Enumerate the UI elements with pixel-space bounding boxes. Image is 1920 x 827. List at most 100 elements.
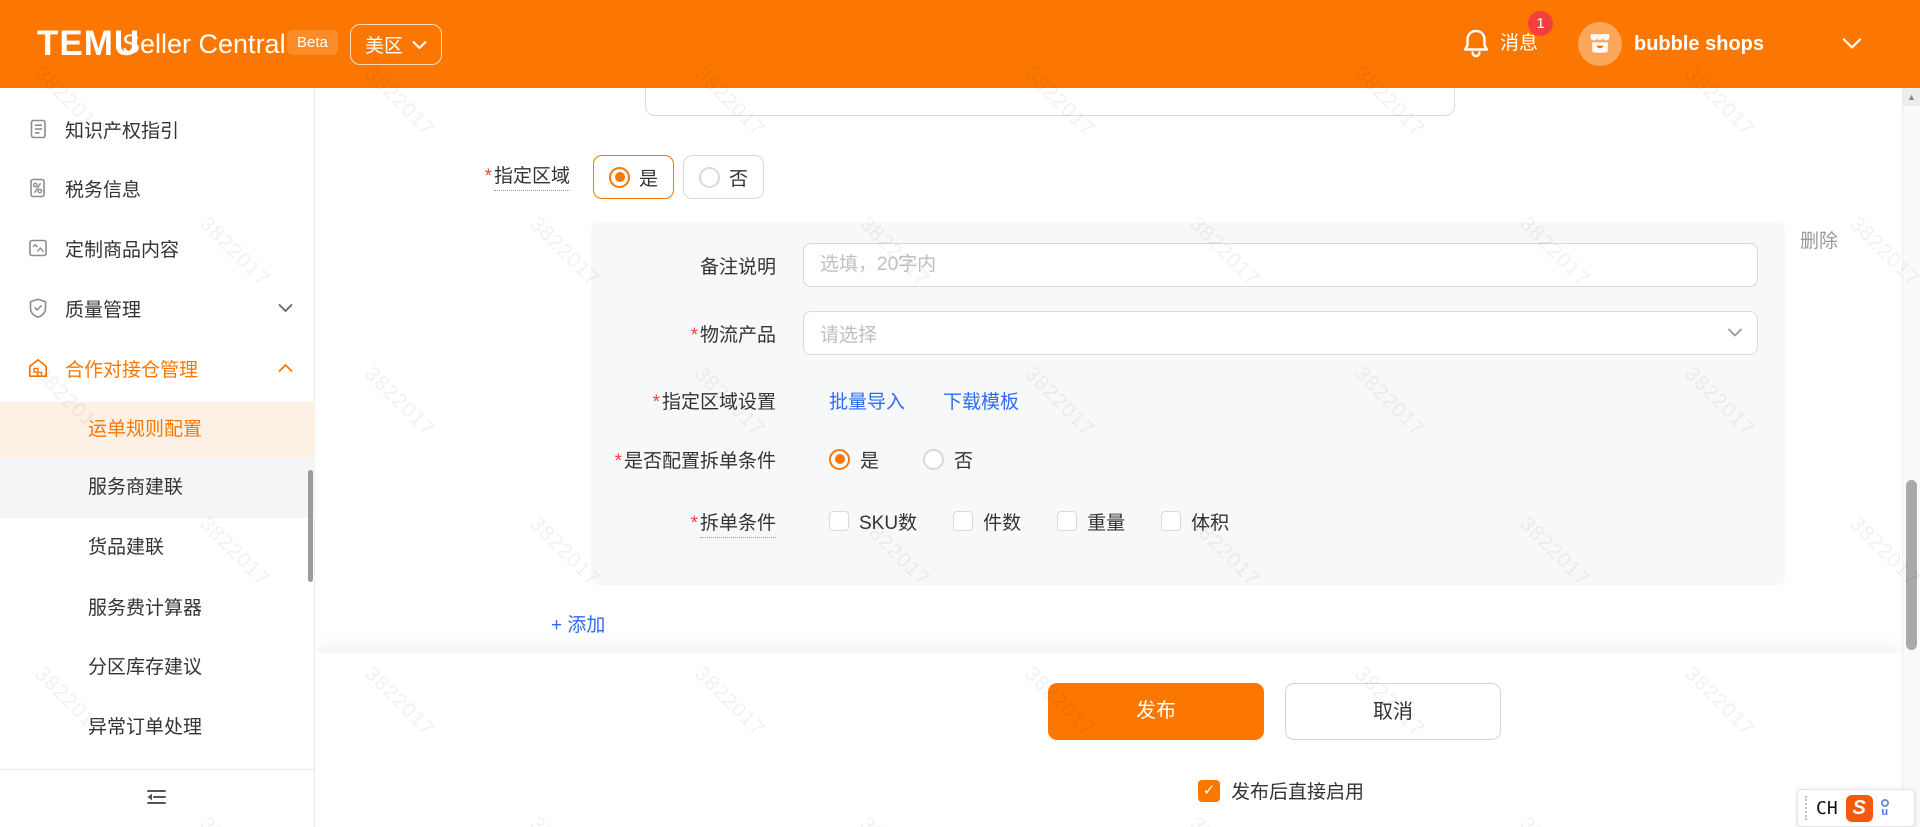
field-label-region-setting: * 指定区域设置 [652, 391, 776, 413]
field-label-region: * 指定区域 [315, 155, 570, 199]
radio-unselected-icon [699, 166, 720, 188]
sidebar-scrollbar-thumb[interactable] [308, 470, 313, 582]
account-name[interactable]: bubble shops [1634, 0, 1764, 88]
region-radio-yes[interactable]: 是 [593, 155, 675, 199]
bell-icon[interactable] [1460, 27, 1492, 61]
publish-button[interactable]: 发布 [1048, 683, 1264, 740]
image-icon [29, 239, 47, 257]
remark-input[interactable] [803, 243, 1758, 287]
sidebar-item-tax-info[interactable]: 税务信息 [0, 158, 315, 218]
split-conditions-row: * 拆单条件 SKU数 件数 重量 体积 [591, 499, 1785, 543]
sidebar-subitem-fee-calculator[interactable]: 服务费计算器 [0, 579, 315, 639]
radio-label: 是 [639, 168, 659, 190]
field-label-logistics: * 物流产品 [690, 324, 776, 346]
download-template-link[interactable]: 下载模板 [943, 387, 1019, 414]
account-chevron-down-icon[interactable] [1842, 37, 1862, 50]
collapse-sidebar-icon[interactable] [140, 782, 172, 812]
shield-check-icon [29, 298, 47, 318]
checkbox-unchecked-icon [953, 511, 974, 531]
checkbox-label: 体积 [1191, 512, 1230, 534]
sidebar-subitem-zone-inventory[interactable]: 分区库存建议 [0, 638, 315, 698]
delete-rule-link[interactable]: 删除 [1800, 226, 1838, 253]
split-radio-no[interactable] [923, 448, 945, 470]
sidebar-item-label: 合作对接仓管理 [65, 359, 199, 381]
enable-after-publish-checkbox[interactable]: ✓ 发布后直接启用 [1198, 777, 1364, 804]
radio-label: 否 [954, 450, 974, 472]
split-toggle-row: * 是否配置拆单条件 是 否 [591, 437, 1785, 481]
region-label: 美区 [365, 36, 404, 57]
chevron-down-icon [1727, 327, 1743, 338]
checkbox-label: 发布后直接启用 [1231, 782, 1365, 803]
checkbox-unchecked-icon [1057, 511, 1078, 531]
required-asterisk: * [690, 324, 698, 346]
sidebar-subitem-waybill-rules[interactable]: 运单规则配置 [0, 402, 315, 458]
document-icon [30, 119, 46, 139]
checkbox-unchecked-icon [829, 511, 849, 531]
checkbox-label: 重量 [1087, 512, 1126, 534]
radio-selected-icon [609, 166, 630, 188]
clipped-input-above [645, 88, 1455, 116]
sidebar-item-label: 质量管理 [65, 299, 142, 321]
radio-label: 是 [860, 450, 880, 472]
region-selector[interactable]: 美区 [350, 24, 443, 65]
scrollbar-up-arrow[interactable]: ▲ [1903, 88, 1920, 106]
add-rule-link[interactable]: + 添加 [551, 610, 605, 637]
sidebar-item-quality[interactable]: 质量管理 [0, 278, 315, 338]
condition-checkbox-sku[interactable]: SKU数 [829, 508, 917, 535]
select-placeholder: 请选择 [820, 324, 878, 346]
sidebar-item-custom-content[interactable]: 定制商品内容 [0, 218, 315, 278]
condition-checkbox-pieces[interactable]: 件数 [953, 508, 1021, 535]
avatar[interactable] [1578, 22, 1622, 66]
sidebar-item-warehouse-mgmt[interactable]: 合作对接仓管理 [0, 338, 315, 398]
rule-card: 备注说明 *物流产品 请选择 [591, 222, 1785, 585]
page-scrollbar[interactable]: ▲ ▼ [1902, 88, 1920, 827]
required-asterisk: * [690, 512, 698, 534]
sogou-input-icon[interactable]: S [1845, 794, 1873, 822]
condition-checkbox-volume[interactable]: 体积 [1161, 508, 1229, 535]
tax-percent-icon [30, 178, 45, 198]
required-asterisk: * [614, 450, 622, 472]
checkbox-checked-icon: ✓ [1198, 779, 1220, 802]
region-radio-no[interactable]: 否 [683, 155, 765, 199]
sidebar-item-ip-guide[interactable]: 知识产权指引 [0, 99, 315, 159]
checkbox-label: SKU数 [859, 512, 918, 534]
sidebar-subitem-abnormal-orders[interactable]: 异常订单处理 [0, 698, 315, 758]
sidebar-subitem-provider-connect[interactable]: 服务商建联 [0, 458, 315, 518]
ime-language-indicator[interactable]: CH [1816, 798, 1838, 819]
required-asterisk: * [652, 391, 660, 413]
chevron-up-icon [278, 363, 293, 373]
remark-row: 备注说明 [591, 243, 1785, 287]
main-content: *指定区域 是 否 备注说明 *物流产品 [315, 88, 1902, 827]
storefront-icon [1590, 34, 1610, 41]
sidebar-item-label: 税务信息 [65, 179, 142, 201]
ime-grip-handle[interactable] [1805, 796, 1808, 820]
ime-toolbar[interactable]: CH S u [1797, 789, 1915, 827]
sidebar-item-label: 知识产权指引 [65, 120, 180, 142]
field-label-remark: 备注说明 [699, 256, 776, 278]
chevron-down-icon [278, 303, 293, 313]
sidebar-subitem-goods-connect[interactable]: 货品建联 [0, 518, 315, 578]
sidebar-item-label: 定制商品内容 [65, 239, 180, 261]
footer-action-bar: 发布 取消 ✓ 发布后直接启用 [315, 653, 1902, 827]
beta-badge: Beta [287, 30, 338, 55]
region-form-row: * 指定区域 是 否 [315, 155, 1902, 199]
required-asterisk: * [484, 166, 492, 187]
cancel-button[interactable]: 取消 [1285, 683, 1501, 740]
split-radio-yes[interactable] [829, 448, 850, 470]
bulk-import-link[interactable]: 批量导入 [829, 387, 905, 414]
notification-badge: 1 [1528, 11, 1553, 36]
radio-label: 否 [729, 168, 749, 190]
app: TEMU Seller Central Beta 美区 消息 1 bubble … [0, 0, 1920, 827]
condition-checkbox-weight[interactable]: 重量 [1057, 508, 1125, 535]
logistics-row: * 物流产品 请选择 [591, 311, 1785, 355]
ime-toolbox-icon[interactable]: u [1880, 793, 1889, 823]
seller-central-title: Seller Central [122, 29, 286, 59]
sidebar-divider [0, 769, 314, 770]
logistics-select[interactable]: 请选择 [803, 311, 1758, 355]
sidebar: 知识产权指引 税务信息 定制商品内容 质量管理 合作对接仓管理 运单规则配置 服… [0, 88, 315, 827]
checkbox-unchecked-icon [1161, 511, 1182, 531]
region-setting-row: * 指定区域设置 批量导入 下载模板 [591, 378, 1785, 422]
field-label-split-toggle: * 是否配置拆单条件 [614, 450, 776, 472]
scrollbar-thumb[interactable] [1906, 480, 1917, 650]
checkbox-label: 件数 [983, 512, 1022, 534]
